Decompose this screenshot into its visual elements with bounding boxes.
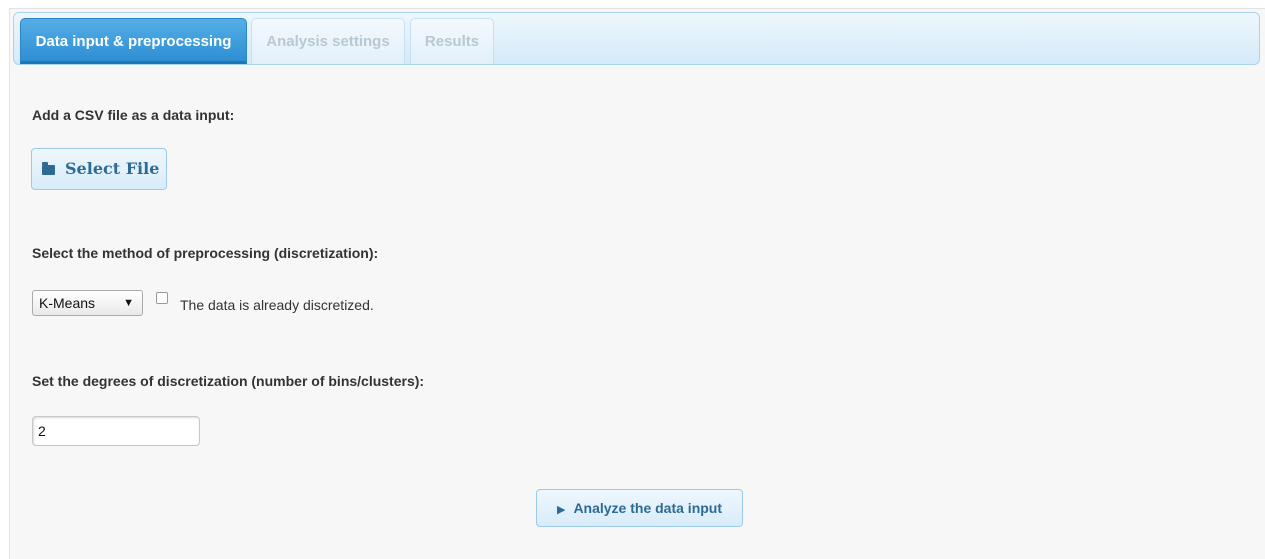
preprocessing-method-select[interactable]: K-Means ▼ <box>32 290 143 316</box>
analyze-button[interactable]: ▶ Analyze the data input <box>536 489 743 527</box>
analyze-button-label: Analyze the data input <box>573 500 723 516</box>
dropdown-arrow-icon: ▼ <box>123 297 134 309</box>
discretization-degrees-label: Set the degrees of discretization (numbe… <box>32 373 425 389</box>
tab-analysis-settings[interactable]: Analysis settings <box>251 18 405 64</box>
discretization-degrees-input[interactable]: 2 <box>32 416 200 446</box>
preprocessing-method-label: Select the method of preprocessing (disc… <box>32 245 379 261</box>
tab-bar: Data input & preprocessing Analysis sett… <box>13 12 1260 65</box>
selected-method: K-Means <box>39 295 96 311</box>
tab-data-input[interactable]: Data input & preprocessing <box>20 18 247 64</box>
main-panel: Data input & preprocessing Analysis sett… <box>9 8 1265 559</box>
already-discretized-checkbox[interactable] <box>156 292 168 304</box>
select-file-label: Select File <box>65 159 160 178</box>
select-file-button[interactable]: Select File <box>31 148 167 190</box>
play-icon: ▶ <box>556 504 566 516</box>
already-discretized-label: The data is already discretized. <box>180 297 374 313</box>
csv-input-label: Add a CSV file as a data input: <box>32 107 235 123</box>
folder-icon <box>42 162 55 175</box>
tab-results[interactable]: Results <box>410 18 494 64</box>
